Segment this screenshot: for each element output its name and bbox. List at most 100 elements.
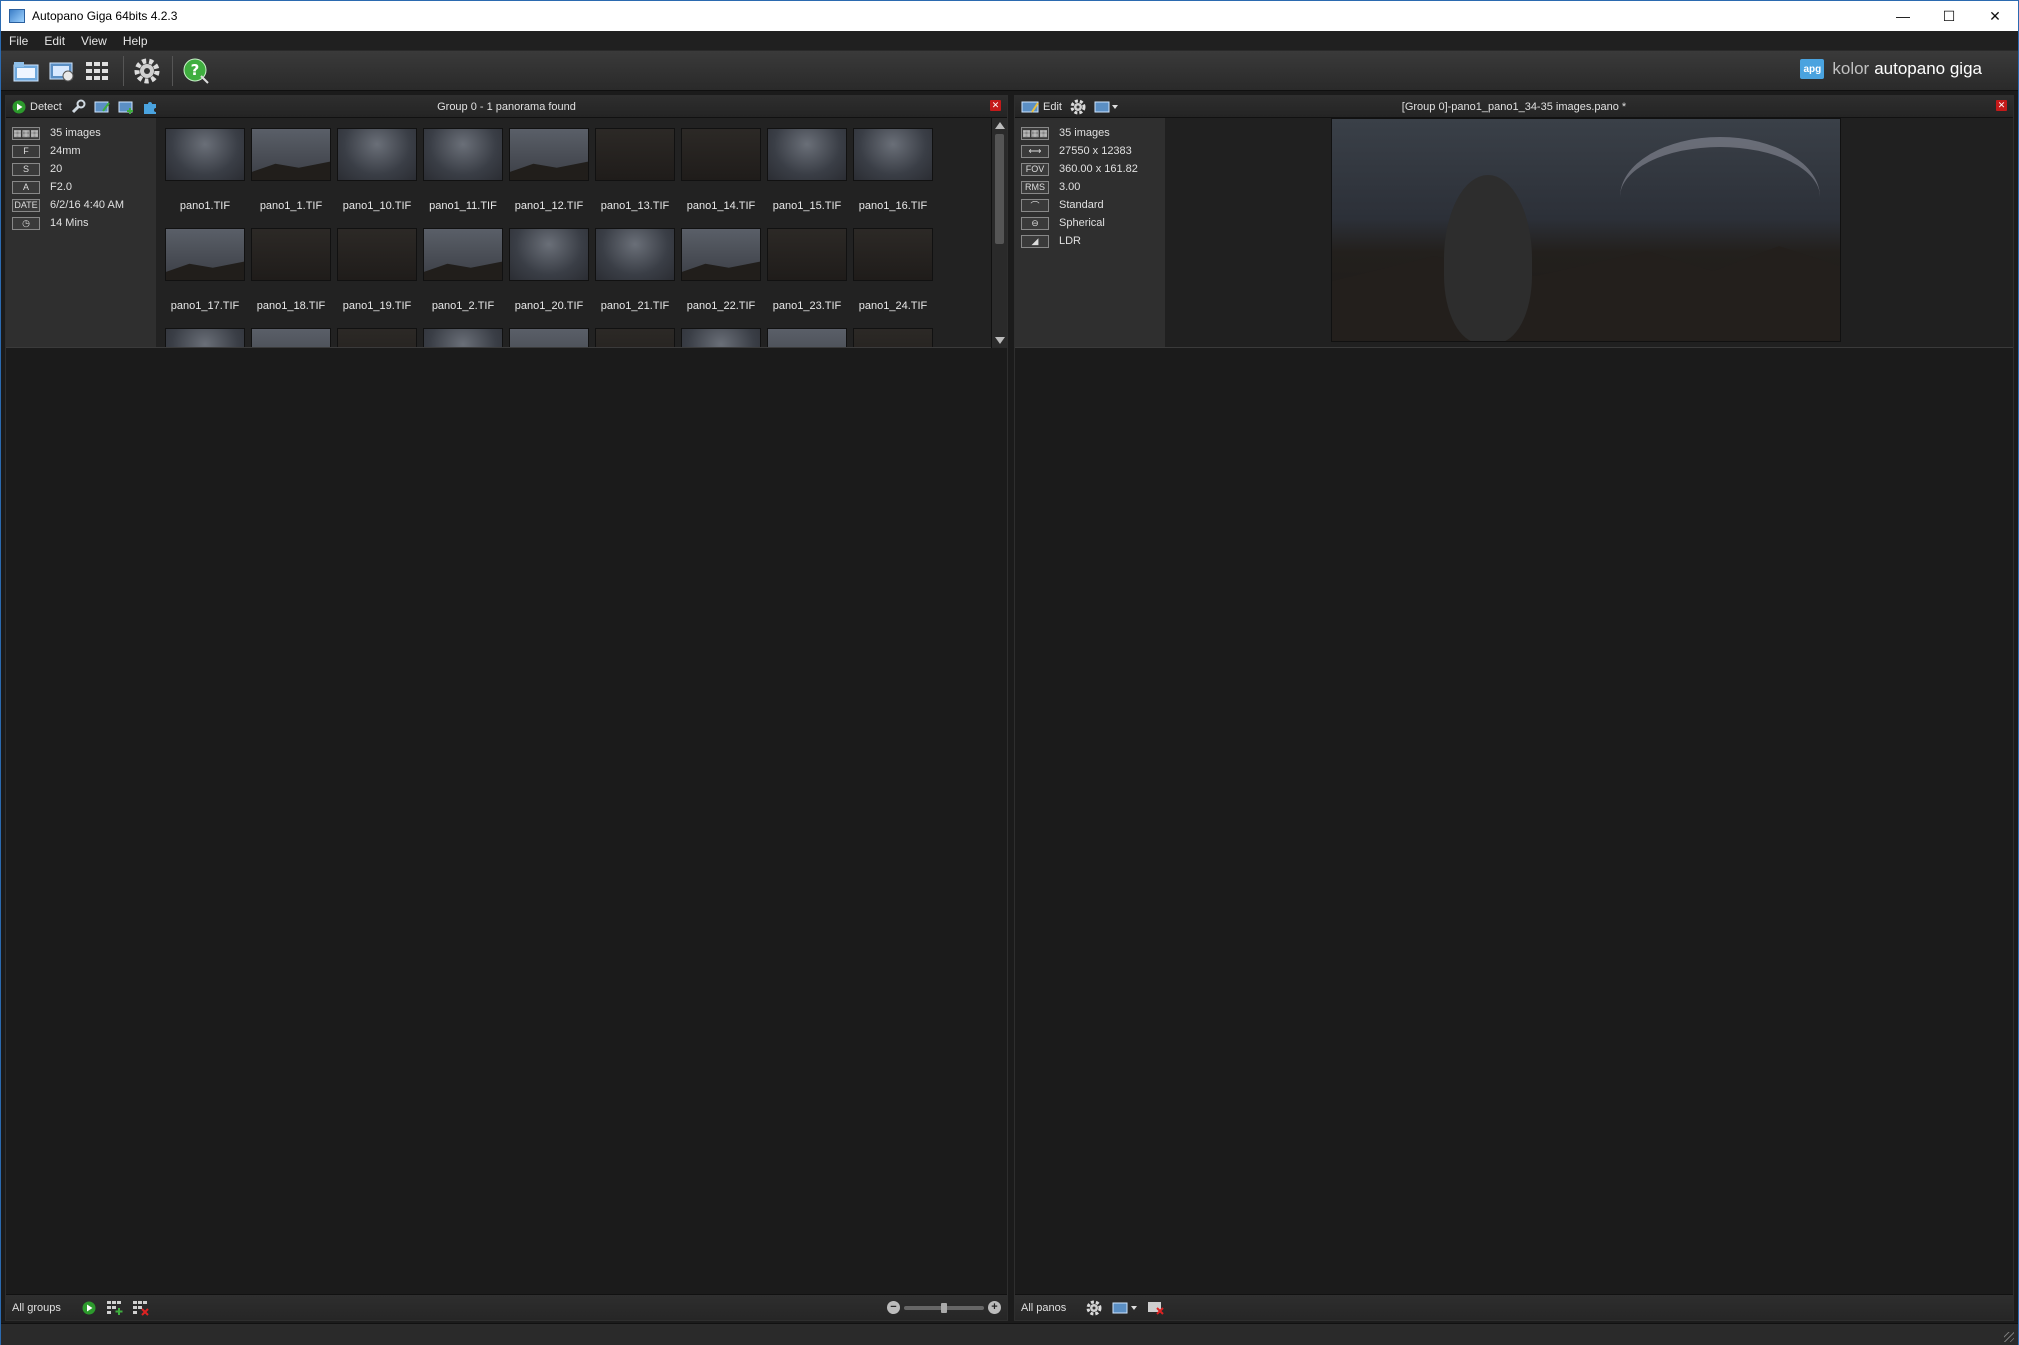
pano-preview[interactable] <box>1165 118 2013 347</box>
thumbnail-image[interactable] <box>853 128 933 181</box>
pano-preview-image[interactable] <box>1331 118 1841 342</box>
image-thumbnail[interactable] <box>764 328 850 347</box>
thumbnail-image[interactable] <box>251 128 331 181</box>
image-thumbnail[interactable]: pano1_18.TIF <box>248 228 334 328</box>
thumbnail-image[interactable] <box>681 128 761 181</box>
import-images-button[interactable] <box>45 54 79 88</box>
thumbnail-image[interactable] <box>165 228 245 281</box>
window-controls: — ☐ ✕ <box>1880 1 2018 31</box>
thumbnail-image[interactable] <box>853 328 933 347</box>
remove-group-button[interactable] <box>131 1299 151 1317</box>
close-window-button[interactable]: ✕ <box>1972 1 2018 31</box>
thumbnail-image[interactable] <box>595 128 675 181</box>
scroll-up-icon[interactable] <box>995 122 1005 129</box>
zoom-track[interactable] <box>904 1302 984 1313</box>
thumbnail-image[interactable] <box>853 228 933 281</box>
settings-button[interactable] <box>130 54 164 88</box>
image-thumbnail[interactable] <box>248 328 334 347</box>
image-thumbnail[interactable]: pano1_17.TIF <box>162 228 248 328</box>
detect-all-button[interactable] <box>79 1299 99 1317</box>
thumbnail-image[interactable] <box>165 128 245 181</box>
thumbnail-image[interactable] <box>509 228 589 281</box>
scroll-thumb[interactable] <box>995 134 1004 244</box>
tools-button[interactable] <box>70 99 86 115</box>
thumbnail-image[interactable] <box>681 228 761 281</box>
image-thumbnail[interactable] <box>162 328 248 347</box>
image-thumbnail[interactable]: pano1_23.TIF <box>764 228 850 328</box>
detect-grid-button[interactable] <box>81 54 115 88</box>
thumbnail-filename: pano1_11.TIF <box>429 200 497 212</box>
image-thumbnail[interactable] <box>850 328 936 347</box>
add-images-button[interactable] <box>118 99 134 115</box>
image-thumbnail[interactable] <box>334 328 420 347</box>
image-thumbnail[interactable]: pano1_19.TIF <box>334 228 420 328</box>
thumbnail-image[interactable] <box>337 228 417 281</box>
menu-edit[interactable]: Edit <box>36 34 73 48</box>
thumbnail-image[interactable] <box>423 128 503 181</box>
thumbnail-image[interactable] <box>337 328 417 347</box>
image-thumbnail[interactable]: pano1_2.TIF <box>420 228 506 328</box>
menu-view[interactable]: View <box>73 34 115 48</box>
thumbnail-image[interactable] <box>767 228 847 281</box>
thumbnail-image[interactable] <box>509 128 589 181</box>
image-thumbnail[interactable]: pano1_15.TIF <box>764 128 850 228</box>
thumbnail-image[interactable] <box>595 228 675 281</box>
image-thumbnail[interactable]: pano1_10.TIF <box>334 128 420 228</box>
image-thumbnail[interactable]: pano1_12.TIF <box>506 128 592 228</box>
pano-row[interactable]: ▦▦▦ 35 images ⟷ 27550 x 12383 FOV 360.00 x 16… <box>1015 118 2013 348</box>
maximize-button[interactable]: ☐ <box>1926 1 1972 31</box>
image-thumbnail[interactable]: pano1.TIF <box>162 128 248 228</box>
help-button[interactable]: ? <box>179 54 213 88</box>
thumbnail-image[interactable] <box>251 228 331 281</box>
image-thumbnail[interactable]: pano1_13.TIF <box>592 128 678 228</box>
thumbnail-image[interactable] <box>595 328 675 347</box>
resize-grip-icon[interactable] <box>2004 1332 2014 1342</box>
group-row[interactable]: ▦▦▦ 35 images F 24mm S 20 A F2.0 DATE 6/2/16 4:40… <box>6 118 1007 348</box>
close-group-button[interactable]: ✕ <box>990 100 1001 111</box>
minimize-button[interactable]: — <box>1880 1 1926 31</box>
remove-pano-button[interactable] <box>1146 1299 1166 1317</box>
thumbnail-image[interactable] <box>767 328 847 347</box>
info-value: F2.0 <box>50 181 73 193</box>
image-thumbnail[interactable] <box>678 328 764 347</box>
thumbnail-zoom-slider[interactable]: − + <box>887 1301 1001 1314</box>
image-thumbnail[interactable]: pano1_20.TIF <box>506 228 592 328</box>
image-thumbnail[interactable] <box>420 328 506 347</box>
scroll-down-icon[interactable] <box>995 337 1005 344</box>
image-thumbnail[interactable]: pano1_1.TIF <box>248 128 334 228</box>
pano-settings-button[interactable] <box>1070 99 1086 115</box>
zoom-in-icon[interactable]: + <box>988 1301 1001 1314</box>
zoom-out-icon[interactable]: − <box>887 1301 900 1314</box>
thumbnail-image[interactable] <box>337 128 417 181</box>
edit-pano-button[interactable]: Edit <box>1021 100 1062 114</box>
thumbnail-image[interactable] <box>681 328 761 347</box>
close-pano-button[interactable]: ✕ <box>1996 100 2007 111</box>
image-thumbnail[interactable] <box>592 328 678 347</box>
edit-images-button[interactable] <box>94 99 110 115</box>
image-thumbnail[interactable]: pano1_11.TIF <box>420 128 506 228</box>
render-button[interactable] <box>1094 100 1118 114</box>
image-thumbnail[interactable]: pano1_21.TIF <box>592 228 678 328</box>
menu-help[interactable]: Help <box>115 34 156 48</box>
thumbnail-image[interactable] <box>767 128 847 181</box>
thumbnail-image[interactable] <box>251 328 331 347</box>
thumbnail-image[interactable] <box>423 328 503 347</box>
all-panos-settings-button[interactable] <box>1084 1299 1104 1317</box>
image-thumbnail[interactable]: pano1_22.TIF <box>678 228 764 328</box>
puzzle-button[interactable] <box>142 99 158 115</box>
image-thumbnail[interactable]: pano1_14.TIF <box>678 128 764 228</box>
thumbnail-image[interactable] <box>509 328 589 347</box>
image-thumbnail[interactable]: pano1_16.TIF <box>850 128 936 228</box>
vertical-scrollbar[interactable] <box>991 118 1007 348</box>
thumbnail-filename: pano1_16.TIF <box>858 200 928 212</box>
menu-file[interactable]: File <box>1 34 36 48</box>
thumbnail-image[interactable] <box>165 328 245 347</box>
thumbnail-image[interactable] <box>423 228 503 281</box>
image-thumbnail[interactable] <box>506 328 592 347</box>
open-folder-button[interactable] <box>9 54 43 88</box>
zoom-knob[interactable] <box>941 1302 947 1313</box>
image-thumbnail[interactable]: pano1_24.TIF <box>850 228 936 328</box>
detect-button[interactable]: Detect <box>12 100 62 114</box>
add-group-button[interactable] <box>105 1299 125 1317</box>
render-all-button[interactable] <box>1110 1299 1140 1317</box>
